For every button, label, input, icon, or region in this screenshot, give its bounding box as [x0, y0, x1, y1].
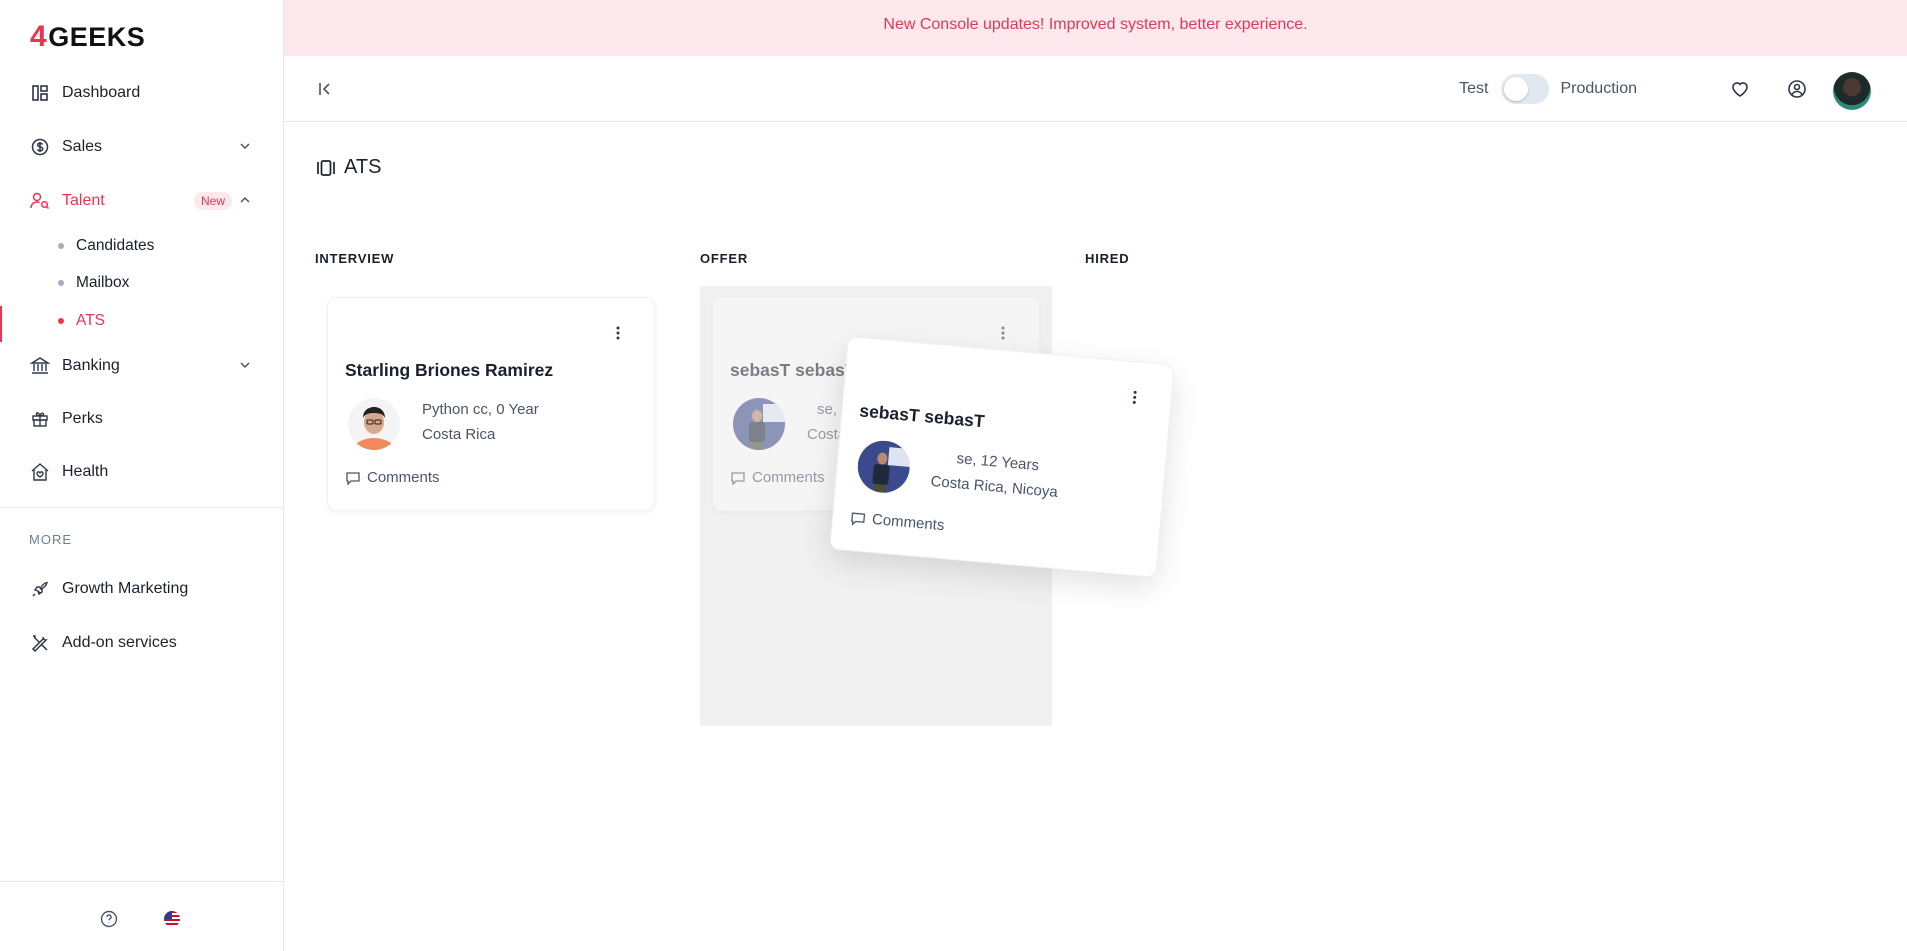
sidebar-item-banking[interactable]: Banking	[30, 351, 252, 381]
candidate-location: Costa Rica	[422, 426, 496, 443]
comments-label: Comments	[871, 510, 946, 535]
candidate-photo	[855, 438, 912, 495]
comment-icon	[731, 471, 745, 486]
column-title-hired: HIRED	[1085, 251, 1130, 266]
new-badge: New	[193, 192, 232, 210]
sidebar-item-label: Sales	[62, 138, 103, 155]
candidate-name: sebasT sebasT	[858, 400, 986, 432]
sidebar-item-label: Growth Marketing	[62, 580, 189, 597]
env-production-label: Production	[1560, 80, 1638, 97]
gift-icon	[30, 409, 50, 429]
candidate-role: Python cc, 0 Year	[422, 401, 539, 418]
sidebar-subitem-label: Mailbox	[76, 274, 130, 291]
sidebar-item-label: Perks	[62, 410, 103, 427]
candidate-name: Starling Briones Ramirez	[345, 360, 554, 380]
candidate-meta: Python cc, 0 Year Costa Rica	[422, 397, 539, 447]
bullet-icon	[58, 280, 64, 286]
us-flag-icon[interactable]	[163, 910, 181, 928]
sidebar-item-addon-services[interactable]: Add-on services	[30, 628, 252, 658]
chevron-down-icon	[240, 143, 250, 150]
collapse-sidebar-icon[interactable]	[316, 80, 334, 98]
rocket-icon	[30, 579, 50, 599]
candidate-photo	[733, 398, 785, 450]
sidebar-item-growth-marketing[interactable]: Growth Marketing	[30, 574, 252, 604]
sidebar-item-perks[interactable]: Perks	[30, 404, 252, 434]
more-options-icon	[1001, 326, 1005, 340]
comment-icon	[346, 471, 360, 486]
toggle-knob	[1503, 77, 1528, 101]
sidebar-item-label: Add-on services	[62, 634, 177, 651]
sidebar: 4 GEEKS Dashboard Sales Talent New Candi…	[0, 0, 284, 951]
logo-text: GEEKS	[48, 21, 146, 52]
dashboard-icon	[30, 83, 50, 103]
top-bar: Test Production	[284, 56, 1907, 122]
comments-label: Comments	[367, 469, 440, 486]
support-icon[interactable]	[1787, 79, 1807, 99]
active-indicator	[0, 306, 2, 342]
column-title-interview: INTERVIEW	[315, 251, 395, 266]
sidebar-item-label: Dashboard	[62, 84, 141, 101]
house-heart-icon	[30, 462, 50, 482]
kanban-icon	[317, 159, 335, 176]
sidebar-subitem-ats[interactable]: ATS	[58, 309, 105, 333]
announcement-banner[interactable]: New Console updates! Improved system, be…	[284, 0, 1907, 56]
bullet-icon	[58, 243, 64, 249]
heart-icon[interactable]	[1730, 79, 1750, 99]
help-icon[interactable]	[100, 910, 118, 928]
logo[interactable]: 4 GEEKS	[30, 20, 145, 54]
candidate-name: sebasT sebasT	[730, 360, 856, 380]
comments-label: Comments	[752, 469, 825, 486]
logo-mark: 4	[30, 20, 48, 53]
candidate-card-dragging[interactable]: sebasT sebasT se, 12 Years Costa Rica, N…	[829, 336, 1175, 578]
tools-icon	[30, 633, 50, 653]
sidebar-subitem-label: Candidates	[76, 237, 155, 254]
bullet-icon	[58, 318, 64, 324]
sidebar-subitem-mailbox[interactable]: Mailbox	[58, 271, 129, 295]
dollar-icon	[30, 137, 50, 157]
comments-link[interactable]: Comments	[345, 469, 440, 486]
sidebar-footer-divider	[0, 881, 284, 882]
user-avatar[interactable]	[1833, 72, 1871, 110]
env-test-label: Test	[1459, 80, 1489, 97]
sidebar-item-health[interactable]: Health	[30, 457, 252, 487]
sidebar-item-label: Health	[62, 463, 109, 480]
candidate-meta: se, 12 Years Costa Rica, Nicoya	[930, 444, 1061, 505]
environment-switch: Test Production	[1459, 72, 1637, 106]
more-section-label: MORE	[29, 532, 72, 547]
bank-icon	[30, 356, 50, 376]
sidebar-divider	[0, 507, 284, 508]
comments-link: Comments	[730, 469, 825, 486]
comments-link[interactable]: Comments	[849, 509, 945, 534]
sidebar-item-label: Talent	[62, 192, 105, 209]
sidebar-subitem-candidates[interactable]: Candidates	[58, 234, 154, 258]
candidate-photo	[348, 398, 400, 450]
sidebar-item-dashboard[interactable]: Dashboard	[30, 78, 252, 108]
page-title-text: ATS	[344, 156, 382, 178]
chevron-up-icon	[240, 196, 250, 203]
comment-icon	[851, 511, 866, 526]
sidebar-subitem-label: ATS	[76, 312, 105, 329]
environment-toggle[interactable]	[1500, 74, 1549, 104]
chevron-down-icon	[240, 362, 250, 369]
sidebar-item-talent[interactable]: Talent New	[30, 186, 252, 216]
candidate-card[interactable]: Starling Briones Ramirez Python cc, 0 Ye…	[327, 297, 655, 511]
sidebar-item-sales[interactable]: Sales	[30, 132, 252, 162]
more-options-icon[interactable]	[1132, 390, 1137, 404]
column-title-offer: OFFER	[700, 251, 749, 266]
more-options-icon[interactable]	[616, 326, 620, 340]
user-search-icon	[30, 191, 50, 211]
sidebar-item-label: Banking	[62, 357, 120, 374]
page-title: ATS	[316, 156, 381, 179]
